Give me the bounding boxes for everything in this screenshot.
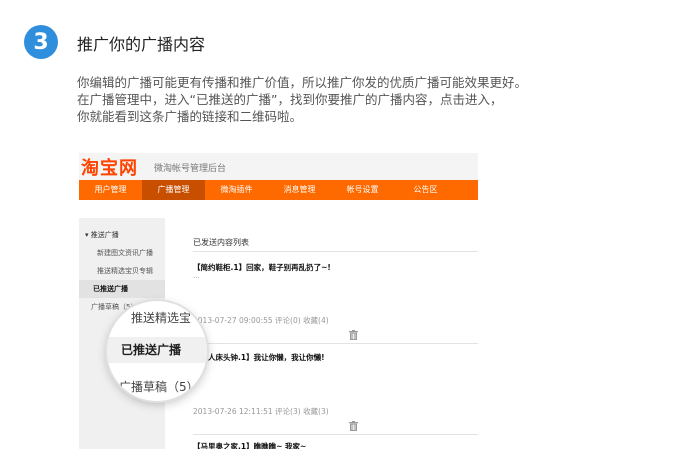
post-meta: 2013-07-26 12:11:51 评论(3) 收藏(3): [193, 406, 329, 417]
nav-messages[interactable]: 消息管理: [268, 180, 331, 200]
divider: [193, 434, 478, 435]
divider: [193, 251, 478, 252]
content-list-title: 已发送内容列表: [193, 238, 249, 247]
magnifier-selected-item: 已推送广播: [107, 337, 207, 363]
nav-user-management[interactable]: 用户管理: [79, 180, 142, 200]
post-excerpt: ...: [193, 272, 200, 280]
trash-icon[interactable]: [349, 330, 358, 340]
admin-screenshot: 淘宝网 微淘帐号管理后台 用户管理 广播管理 微淘插件 消息管理 帐号设置 公告…: [79, 153, 478, 449]
post-comments[interactable]: 评论(3): [275, 407, 301, 416]
post-favorites[interactable]: 收藏(3): [303, 407, 329, 416]
description-line: 你编辑的广播可能更有传播和推广价值，所以推广你发的优质广播可能效果更好。: [77, 75, 528, 90]
admin-header: 淘宝网 微淘帐号管理后台: [79, 153, 478, 180]
sidebar-item-push-album[interactable]: 推送精选宝贝专辑: [79, 262, 165, 280]
nav-account-settings[interactable]: 帐号设置: [331, 180, 394, 200]
post-meta: 2013-07-27 09:00:55 评论(0) 收藏(4): [193, 315, 329, 326]
magnifier-callout: 推送精选宝 已推送广播 广播草稿（5）: [107, 301, 207, 401]
sidebar-item-pushed-broadcasts[interactable]: 已推送广播: [79, 280, 165, 298]
nav-broadcast-management[interactable]: 广播管理: [142, 180, 205, 200]
description-line: 在广播管理中，进入“已推送的广播”，找到你要推广的广播内容，点击进入，: [77, 92, 503, 107]
step-number-badge: 3: [24, 25, 58, 59]
magnifier-item: 推送精选宝: [131, 311, 192, 325]
post-title[interactable]: 【马里奥之家.1】瞧瞧瞧~ 我家~: [193, 441, 306, 449]
description: 你编辑的广播可能更有传播和推广价值，所以推广你发的优质广播可能效果更好。 在广播…: [77, 74, 637, 125]
nav-plugins[interactable]: 微淘插件: [205, 180, 268, 200]
post-time: 2013-07-26 12:11:51: [193, 407, 273, 416]
main-nav: 用户管理 广播管理 微淘插件 消息管理 帐号设置 公告区: [79, 180, 478, 200]
description-line: 你就能看到这条广播的链接和二维码啦。: [77, 109, 303, 124]
nav-notice[interactable]: 公告区: [394, 180, 457, 200]
post-favorites[interactable]: 收藏(4): [303, 316, 329, 325]
sidebar-item-new-article[interactable]: 新建图文资讯广播: [79, 244, 165, 262]
magnifier-item: 广播草稿（5）: [119, 380, 199, 394]
sidebar-group-push-broadcast[interactable]: ▾ 推送广播: [79, 226, 165, 244]
post-title[interactable]: 【简约鞋柜.1】回家，鞋子别再乱扔了~!: [193, 262, 331, 273]
post-comments[interactable]: 评论(0): [275, 316, 301, 325]
taobao-logo[interactable]: 淘宝网: [81, 154, 138, 180]
page-title: 推广你的广播内容: [77, 35, 206, 54]
admin-subtitle: 微淘帐号管理后台: [154, 164, 227, 174]
trash-icon[interactable]: [349, 421, 358, 431]
content-list: 已发送内容列表 【简约鞋柜.1】回家，鞋子别再乱扔了~! ... 2013-07…: [193, 200, 478, 449]
post-title[interactable]: 【懒人床头钟.1】我让你懒，我让你懒!: [193, 352, 325, 363]
divider: [193, 343, 478, 344]
